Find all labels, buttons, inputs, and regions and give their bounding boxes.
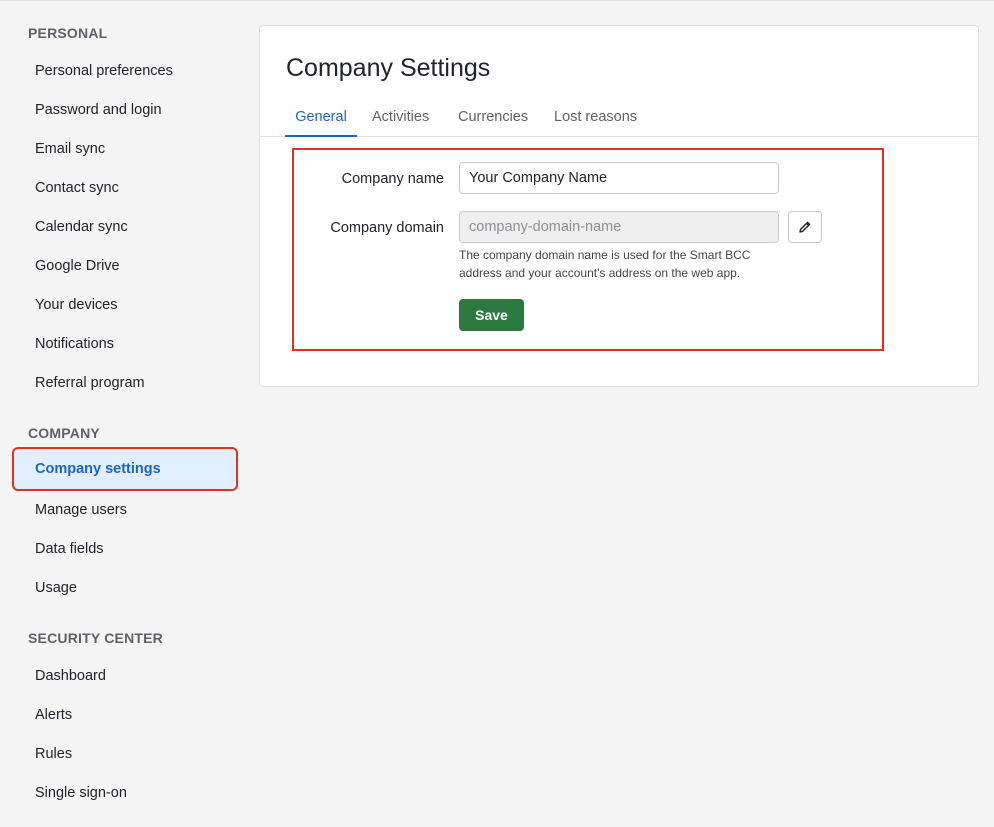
sidebar-item-contact-sync[interactable]: Contact sync <box>14 168 236 208</box>
sidebar-item-password-and-login[interactable]: Password and login <box>14 90 236 130</box>
sidebar-item-manage-users[interactable]: Manage users <box>14 490 236 530</box>
section-heading-personal: PERSONAL <box>28 25 107 41</box>
edit-domain-button[interactable] <box>788 211 822 243</box>
tab-currencies[interactable]: Currencies <box>458 102 528 137</box>
sidebar-item-company-settings[interactable]: Company settings <box>14 449 236 489</box>
sidebar-item-personal-preferences[interactable]: Personal preferences <box>14 51 236 91</box>
domain-help-line-2: address and your account's address on th… <box>459 264 789 282</box>
section-heading-company: COMPANY <box>28 425 100 441</box>
sidebar-item-email-sync[interactable]: Email sync <box>14 129 236 169</box>
company-name-input[interactable] <box>459 162 779 194</box>
sidebar-item-notifications[interactable]: Notifications <box>14 324 236 364</box>
sidebar-item-dashboard[interactable]: Dashboard <box>14 656 236 696</box>
sidebar-item-usage[interactable]: Usage <box>14 568 236 608</box>
tab-activities[interactable]: Activities <box>372 102 429 137</box>
section-heading-security-center: SECURITY CENTER <box>28 630 163 646</box>
sidebar-item-google-drive[interactable]: Google Drive <box>14 246 236 286</box>
sidebar-item-alerts[interactable]: Alerts <box>14 695 236 735</box>
company-domain-input[interactable] <box>459 211 779 243</box>
page-title: Company Settings <box>286 54 490 83</box>
pencil-icon <box>798 220 812 234</box>
sidebar-item-data-fields[interactable]: Data fields <box>14 529 236 569</box>
sidebar-item-calendar-sync[interactable]: Calendar sync <box>14 207 236 247</box>
domain-help-text: The company domain name is used for the … <box>459 246 789 282</box>
company-domain-label: Company domain <box>284 220 444 236</box>
save-button[interactable]: Save <box>459 299 524 331</box>
company-settings-card: Company Settings General Activities Curr… <box>259 25 979 387</box>
tab-lost-reasons[interactable]: Lost reasons <box>554 102 637 137</box>
tab-general[interactable]: General <box>285 102 357 137</box>
sidebar-item-referral-program[interactable]: Referral program <box>14 363 236 403</box>
sidebar-item-your-devices[interactable]: Your devices <box>14 285 236 325</box>
domain-help-line-1: The company domain name is used for the … <box>459 246 789 264</box>
company-name-label: Company name <box>284 171 444 187</box>
settings-tabs: General Activities Currencies Lost reaso… <box>260 102 978 137</box>
settings-sidebar: PERSONAL Personal preferences Password a… <box>0 1 248 827</box>
sidebar-item-rules[interactable]: Rules <box>14 734 236 774</box>
sidebar-item-single-sign-on[interactable]: Single sign-on <box>14 773 236 813</box>
